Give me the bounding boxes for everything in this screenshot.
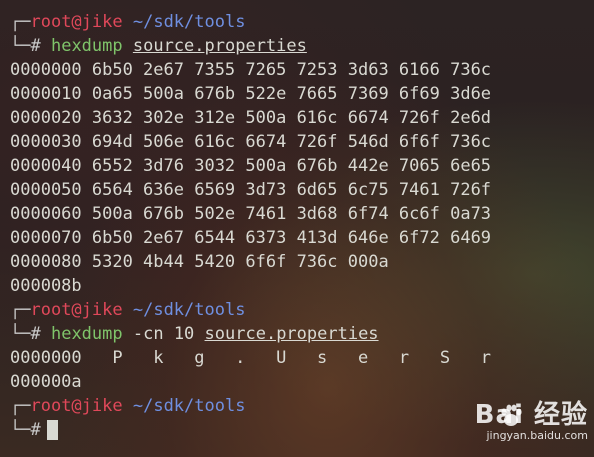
prompt-user: root@jike — [30, 300, 123, 320]
output-line: 0000020 3632 302e 312e 500a 616c 6674 72… — [10, 108, 492, 128]
command-arg[interactable]: source.properties — [133, 36, 307, 56]
prompt-frame-top: ┌─ — [10, 12, 31, 32]
watermark-brand: Bai 经验 — [475, 401, 588, 429]
output-line: 0000030 694d 506e 616c 6674 726f 546d 6f… — [10, 132, 492, 152]
baidu-paw-icon — [501, 404, 522, 426]
prompt-user: root@jike — [30, 396, 123, 416]
prompt-frame-bottom: └─# — [10, 324, 41, 344]
command-name: hexdump — [50, 36, 123, 56]
prompt-user: root@jike — [30, 12, 123, 32]
prompt-path: ~/sdk/tools — [132, 12, 246, 32]
prompt-frame-bottom: └─# — [10, 420, 41, 440]
prompt-path: ~/sdk/tools — [132, 300, 246, 320]
text-cursor — [46, 420, 58, 440]
command-arg[interactable]: source.properties — [205, 324, 379, 344]
output-line: 0000080 5320 4b44 5420 6f6f 736c 000a — [10, 252, 389, 272]
prompt-frame-top: ┌─ — [10, 396, 31, 416]
output-line: 0000040 6552 3d76 3032 500a 676b 442e 70… — [10, 156, 492, 176]
prompt-frame-top: ┌─ — [10, 300, 31, 320]
prompt-line: ┌─root@jike ~/sdk/tools — [10, 10, 245, 34]
watermark-url: jingyan.baidu.com — [486, 429, 588, 442]
prompt-frame-bottom: └─# — [10, 36, 41, 56]
input-line[interactable]: └─# — [10, 418, 58, 442]
baidu-watermark: Bai 经验 jingyan.baidu.com — [475, 401, 588, 443]
output-line: 000000a — [10, 372, 82, 392]
command-line: └─# hexdump source.properties — [10, 34, 307, 58]
output-line: 0000070 6b50 2e67 6544 6373 413d 646e 6f… — [10, 228, 492, 248]
command-line: └─# hexdump -cn 10 source.properties — [10, 322, 379, 346]
output-line: 0000000 P k g . U s e r S r — [10, 348, 492, 368]
watermark-brand-text: Bai 经验 — [474, 400, 588, 430]
prompt-line: ┌─root@jike ~/sdk/tools — [10, 298, 245, 322]
output-line: 0000010 0a65 500a 676b 522e 7665 7369 6f… — [10, 84, 492, 104]
prompt-path: ~/sdk/tools — [132, 396, 246, 416]
output-line: 0000050 6564 636e 6569 3d73 6d65 6c75 74… — [10, 180, 492, 200]
output-line: 0000060 500a 676b 502e 7461 3d68 6f74 6c… — [10, 204, 492, 224]
command-name: hexdump — [50, 324, 123, 344]
prompt-line: ┌─root@jike ~/sdk/tools — [10, 394, 245, 418]
output-line: 000008b — [10, 276, 82, 296]
output-line: 0000000 6b50 2e67 7355 7265 7253 3d63 61… — [10, 60, 492, 80]
terminal-window[interactable]: ┌─root@jike ~/sdk/tools └─# hexdump sour… — [0, 0, 594, 457]
command-options: -cn 10 — [132, 324, 195, 344]
